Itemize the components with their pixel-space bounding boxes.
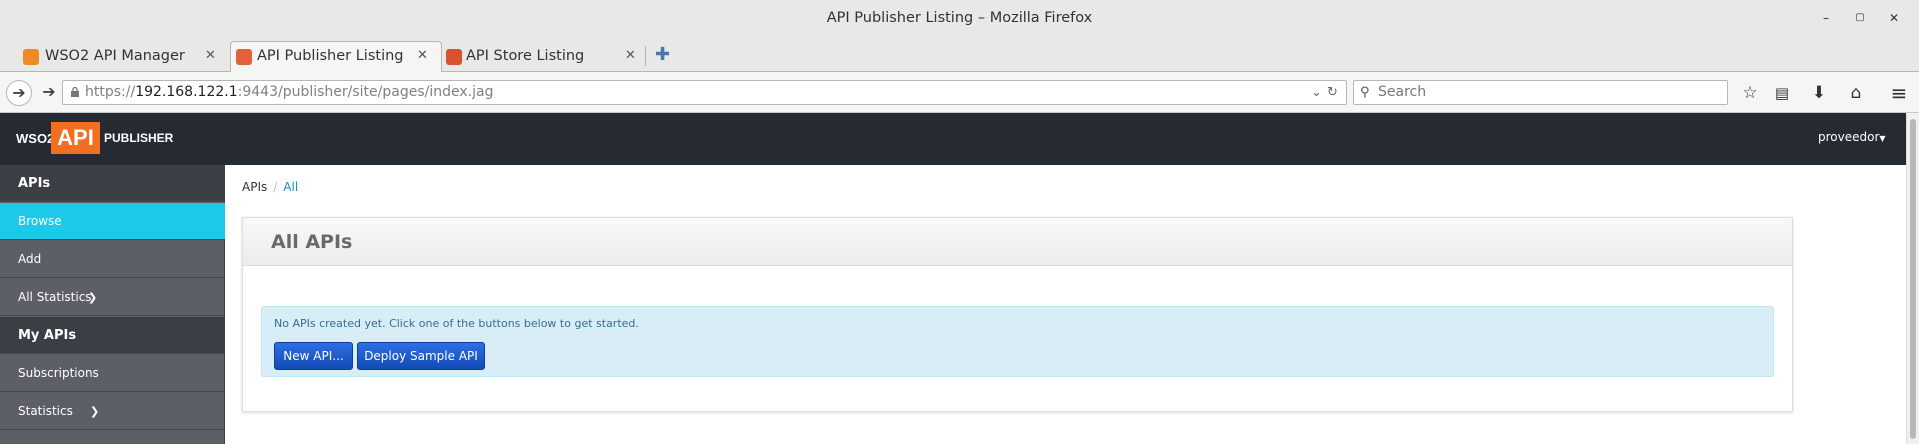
close-tab-icon[interactable]: ✕	[205, 42, 216, 70]
lock-icon	[71, 87, 79, 97]
deploy-sample-api-button[interactable]: Deploy Sample API	[357, 342, 485, 370]
search-input[interactable]: ⚲ Search	[1353, 80, 1728, 105]
caret-down-icon: ▼	[1879, 134, 1886, 143]
tab-label: WSO2 API Manager	[45, 48, 185, 64]
chevron-down-icon: ❯	[88, 291, 98, 304]
maximize-button[interactable]: ▢	[1852, 10, 1868, 26]
sidebar-item-label: Subscriptions	[18, 366, 99, 380]
url-dropdown-icon[interactable]: ⌄	[1311, 81, 1322, 104]
chevron-down-icon: ❯	[90, 405, 100, 418]
sidebar-item-label: Browse	[18, 214, 62, 228]
tab-wso2-api-manager[interactable]: WSO2 API Manager ✕	[0, 42, 230, 72]
close-tab-icon[interactable]: ✕	[625, 42, 636, 70]
sidebar-item-browse[interactable]: Browse	[0, 203, 225, 240]
sidebar-item-label: All Statistics	[18, 290, 92, 304]
new-tab-icon[interactable]: ✚	[655, 44, 670, 65]
empty-state-alert: No APIs created yet. Click one of the bu…	[261, 306, 1774, 377]
sidebar-item-statistics[interactable]: Statistics ❯	[0, 393, 225, 430]
window-titlebar: API Publisher Listing – Mozilla Firefox …	[0, 0, 1919, 38]
tab-api-publisher-listing[interactable]: API Publisher Listing ✕	[230, 41, 442, 73]
window-title: API Publisher Listing – Mozilla Firefox	[826, 10, 1093, 26]
url-path: :9443/publisher/site/pages/index.jag	[237, 84, 494, 100]
minimize-button[interactable]: –	[1818, 10, 1834, 26]
breadcrumb-separator: /	[273, 180, 278, 194]
breadcrumb-current[interactable]: All	[283, 180, 298, 194]
web-page: WSO2 API PUBLISHER proveedor▼ APIs Brows…	[0, 113, 1919, 444]
sidebar-item-all-statistics[interactable]: All Statistics ❯	[0, 279, 225, 316]
library-icon[interactable]: ▤	[1769, 80, 1795, 106]
sidebar-heading-my-apis: My APIs	[0, 317, 225, 354]
logo-publisher-text: PUBLISHER	[104, 131, 174, 145]
breadcrumb: APIs / All	[242, 180, 298, 194]
publisher-header: WSO2 API PUBLISHER proveedor▼	[0, 113, 1906, 165]
tab-separator	[645, 46, 646, 66]
logo-wso2-text: WSO2	[16, 131, 55, 146]
url-scheme: https://	[85, 84, 136, 100]
forward-button[interactable]: ➔	[36, 80, 62, 106]
search-placeholder: Search	[1378, 84, 1427, 100]
publisher-favicon-icon	[236, 49, 252, 65]
user-menu[interactable]: proveedor▼	[1818, 130, 1886, 144]
close-window-button[interactable]: ✕	[1886, 10, 1902, 26]
breadcrumb-root[interactable]: APIs	[242, 180, 267, 194]
sidebar-item-label: Statistics	[18, 404, 73, 418]
wso2-favicon-icon	[23, 49, 39, 65]
page-scrollbar[interactable]	[1906, 113, 1919, 444]
scrollbar-thumb[interactable]	[1910, 119, 1916, 439]
home-icon[interactable]: ⌂	[1843, 80, 1869, 106]
reload-icon[interactable]: ↻	[1327, 81, 1338, 104]
sidebar-item-add[interactable]: Add	[0, 241, 225, 278]
tab-api-store-listing[interactable]: API Store Listing ✕	[442, 42, 652, 72]
close-tab-icon[interactable]: ✕	[417, 42, 428, 70]
sidebar: APIs Browse Add All Statistics ❯ My APIs…	[0, 165, 225, 444]
store-favicon-icon	[446, 49, 462, 65]
sidebar-item-label: Add	[18, 252, 42, 266]
logo-api-text: API	[51, 122, 100, 154]
downloads-icon[interactable]: ⬇	[1806, 80, 1832, 106]
sidebar-heading-apis: APIs	[0, 165, 225, 202]
username: proveedor	[1818, 130, 1880, 144]
navigation-toolbar: ➔ ➔ https://192.168.122.1:9443/publisher…	[0, 72, 1919, 113]
tab-label: API Publisher Listing	[257, 48, 404, 64]
search-icon: ⚲	[1360, 85, 1370, 100]
all-apis-panel: All APIs No APIs created yet. Click one …	[242, 217, 1793, 412]
sidebar-item-subscriptions[interactable]: Subscriptions	[0, 355, 225, 392]
url-host: 192.168.122.1	[135, 84, 238, 100]
back-button[interactable]: ➔	[6, 80, 32, 106]
menu-icon[interactable]: ≡	[1886, 80, 1912, 106]
page-title: All APIs	[271, 231, 353, 253]
panel-header: All APIs	[243, 218, 1792, 266]
tab-strip: WSO2 API Manager ✕ API Publisher Listing…	[0, 38, 1919, 73]
sidebar-heading-label: APIs	[18, 176, 51, 191]
sidebar-heading-label: My APIs	[18, 328, 77, 343]
url-bar[interactable]: https://192.168.122.1:9443/publisher/sit…	[62, 80, 1347, 105]
bookmark-star-icon[interactable]: ☆	[1737, 80, 1763, 106]
new-api-button[interactable]: New API...	[274, 342, 353, 370]
empty-state-message: No APIs created yet. Click one of the bu…	[274, 317, 639, 330]
tab-label: API Store Listing	[466, 48, 585, 64]
